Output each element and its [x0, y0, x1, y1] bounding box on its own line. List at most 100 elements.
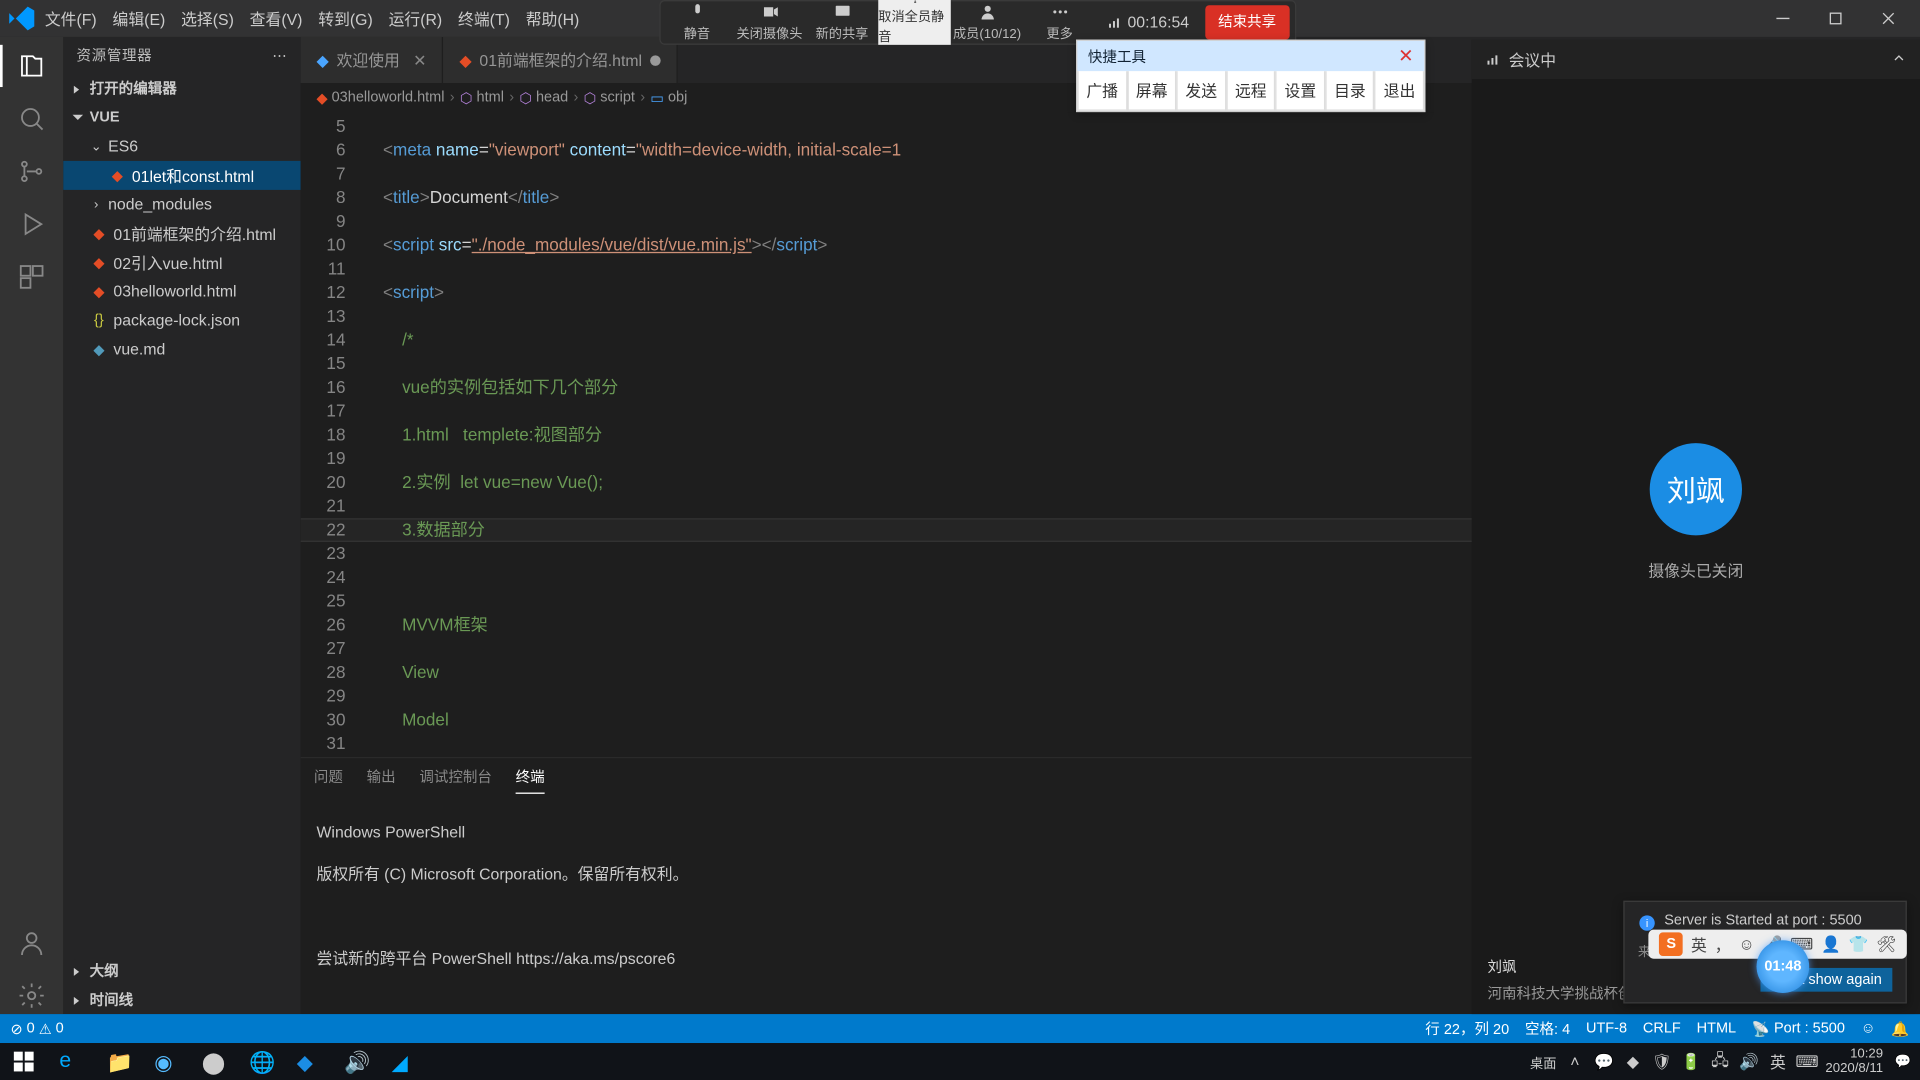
taskbar-explorer[interactable]: 📁 [95, 1043, 142, 1080]
quick-tools-title: 快捷工具 [1088, 45, 1146, 66]
explorer-more-icon[interactable]: ⋯ [272, 47, 287, 64]
tray-ime-icon[interactable]: ⌨ [1796, 1051, 1817, 1072]
status-bar: ⊘0⚠0 行 22，列 20 空格: 4 UTF-8 CRLF HTML 📡Po… [0, 1014, 1920, 1043]
meeting-toolbar: 静音 关闭摄像头 新的共享 取消全员静音 成员(10/12) 更多 00:16:… [659, 0, 1296, 45]
status-eol[interactable]: CRLF [1643, 1021, 1681, 1037]
meeting-mute-button[interactable]: 静音 [661, 0, 734, 45]
quick-tool-remote[interactable]: 远程 [1226, 71, 1276, 111]
meeting-endshare-button[interactable]: 结束共享 [1205, 5, 1289, 39]
menu-view[interactable]: 查看(V) [242, 0, 311, 37]
taskbar-edge[interactable]: e [47, 1043, 94, 1080]
window-minimize[interactable] [1757, 0, 1810, 37]
taskbar-chrome[interactable]: 🌐 [237, 1043, 284, 1080]
panel-tab-debug[interactable]: 调试控制台 [419, 761, 492, 793]
menu-terminal[interactable]: 终端(T) [450, 0, 518, 37]
activity-search[interactable] [13, 100, 50, 137]
menu-edit[interactable]: 编辑(E) [105, 0, 174, 37]
workspace-root[interactable]: VUE [63, 103, 300, 132]
tray-up-icon[interactable]: ˄ [1564, 1051, 1585, 1072]
ime-punct-icon[interactable]: ， [1715, 933, 1731, 955]
status-errors[interactable]: ⊘0⚠0 [11, 1020, 64, 1037]
taskbar-clock[interactable]: 10:292020/8/11 [1825, 1047, 1883, 1076]
open-editors-section[interactable]: 打开的编辑器 [63, 74, 300, 103]
folder-node-modules[interactable]: ›node_modules [63, 190, 300, 219]
taskbar-meeting[interactable]: ◆ [285, 1043, 332, 1080]
file-02vue[interactable]: ◆02引入vue.html [63, 248, 300, 277]
quick-tool-catalog[interactable]: 目录 [1325, 71, 1375, 111]
status-cursor-pos[interactable]: 行 22，列 20 [1425, 1018, 1509, 1039]
activity-scm[interactable] [13, 153, 50, 190]
ime-tools-icon[interactable]: 🛠 [1876, 935, 1896, 953]
tray-shield-icon[interactable]: 🛡 [1651, 1051, 1672, 1072]
tray-app-icon[interactable]: ◆ [1622, 1051, 1643, 1072]
meeting-panel-collapse[interactable] [1891, 49, 1907, 69]
ime-lang[interactable]: 英 [1691, 933, 1707, 955]
taskbar-app2[interactable]: ⬤ [190, 1043, 237, 1080]
quick-tool-exit[interactable]: 退出 [1375, 71, 1425, 111]
panel-tab-terminal[interactable]: 终端 [516, 760, 545, 793]
activity-account[interactable] [13, 924, 50, 961]
record-timer-bubble[interactable]: 01:48 [1757, 940, 1810, 993]
outline-section[interactable]: 大纲 [63, 956, 300, 985]
ime-emoji-icon[interactable]: ☺ [1738, 935, 1754, 953]
window-close[interactable] [1862, 0, 1915, 37]
menu-selection[interactable]: 选择(S) [173, 0, 242, 37]
line-gutter: 5678 9101112 13141516 17181920 21222324 … [301, 112, 364, 757]
tray-network-icon[interactable]: 🖧 [1709, 1051, 1730, 1072]
meeting-more-button[interactable]: 更多 [1023, 0, 1096, 45]
panel-tab-output[interactable]: 输出 [367, 761, 396, 793]
taskbar-app1[interactable]: ◉ [142, 1043, 189, 1080]
folder-es6[interactable]: ⌄ES6 [63, 132, 300, 161]
quick-tool-settings[interactable]: 设置 [1276, 71, 1326, 111]
tab-intro[interactable]: ◆01前端框架的介绍.html [443, 37, 677, 83]
tray-battery-icon[interactable]: 🔋 [1680, 1051, 1701, 1072]
meeting-stopall-button[interactable]: 取消全员静音 [878, 0, 951, 45]
taskbar-audio[interactable]: 🔊 [332, 1043, 379, 1080]
quick-tool-broadcast[interactable]: 广播 [1077, 71, 1127, 111]
activity-explorer[interactable] [13, 47, 50, 84]
activity-debug[interactable] [13, 206, 50, 243]
quick-tools-close[interactable]: ✕ [1398, 45, 1413, 67]
meeting-newshare-button[interactable]: 新的共享 [806, 0, 879, 45]
file-01let[interactable]: ◆01let和const.html [63, 161, 300, 190]
activity-settings[interactable] [13, 977, 50, 1014]
sogou-icon: S [1659, 932, 1683, 956]
tray-ime-lang[interactable]: 英 [1767, 1051, 1788, 1072]
close-icon[interactable]: ✕ [413, 51, 426, 69]
action-center-icon[interactable]: 💬 [1891, 1043, 1915, 1080]
window-maximize[interactable] [1809, 0, 1862, 37]
menu-help[interactable]: 帮助(H) [518, 0, 587, 37]
menu-go[interactable]: 转到(G) [310, 0, 380, 37]
activity-extensions[interactable] [13, 258, 50, 295]
status-language[interactable]: HTML [1697, 1021, 1736, 1037]
system-tray[interactable]: ˄ 💬 ◆ 🛡 🔋 🖧 🔊 英 ⌨ [1564, 1051, 1817, 1072]
file-03hello[interactable]: ◆03helloworld.html [63, 277, 300, 306]
quick-tools-popup: 快捷工具 ✕ 广播 屏幕 发送 远程 设置 目录 退出 [1076, 40, 1425, 113]
menu-run[interactable]: 运行(R) [381, 0, 450, 37]
ime-user-icon[interactable]: 👤 [1821, 935, 1841, 953]
panel-tab-problems[interactable]: 问题 [314, 761, 343, 793]
status-spaces[interactable]: 空格: 4 [1525, 1018, 1570, 1039]
start-button[interactable] [0, 1043, 47, 1080]
activity-bar [0, 37, 63, 1014]
meeting-members-button[interactable]: 成员(10/12) [951, 0, 1024, 45]
quick-tool-screen[interactable]: 屏幕 [1127, 71, 1177, 111]
participant-name: 刘飒 [1487, 956, 1516, 977]
tray-volume-icon[interactable]: 🔊 [1738, 1051, 1759, 1072]
ime-skin-icon[interactable]: 👕 [1849, 935, 1869, 953]
timeline-section[interactable]: 时间线 [63, 985, 300, 1014]
taskbar-desktop-label[interactable]: 桌面 [1530, 1052, 1556, 1072]
taskbar-vscode[interactable]: ◢ [380, 1043, 427, 1080]
status-liveserver-port[interactable]: 📡Port : 5500 [1752, 1020, 1845, 1037]
file-intro[interactable]: ◆01前端框架的介绍.html [63, 219, 300, 248]
status-encoding[interactable]: UTF-8 [1586, 1021, 1627, 1037]
status-feedback-icon[interactable]: ☺ [1861, 1021, 1876, 1037]
file-vue-md[interactable]: ◆vue.md [63, 335, 300, 364]
menu-file[interactable]: 文件(F) [37, 0, 105, 37]
file-package-lock[interactable]: {}package-lock.json [63, 306, 300, 335]
status-bell-icon[interactable]: 🔔 [1891, 1020, 1909, 1037]
tray-wechat-icon[interactable]: 💬 [1593, 1051, 1614, 1072]
meeting-camera-button[interactable]: 关闭摄像头 [733, 0, 806, 45]
tab-welcome[interactable]: ◆欢迎使用✕ [301, 37, 444, 83]
quick-tool-send[interactable]: 发送 [1176, 71, 1226, 111]
